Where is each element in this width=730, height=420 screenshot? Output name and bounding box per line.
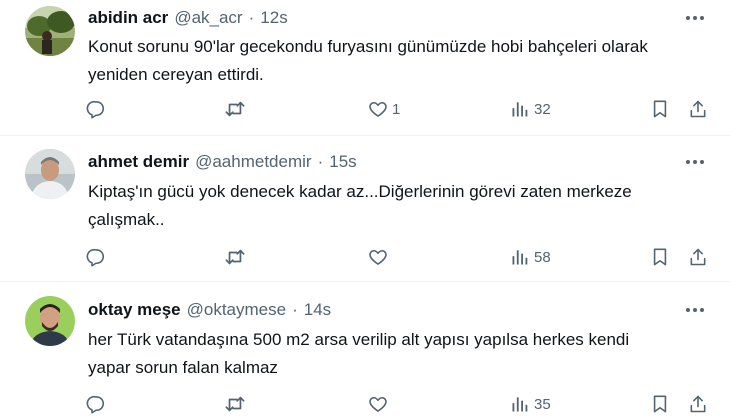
heart-icon [368,394,388,414]
tweet[interactable]: oktay meşe @oktaymese · 14s her Türk vat… [0,282,730,420]
like-button[interactable]: 1 [368,97,400,121]
user-handle[interactable]: @ak_acr [174,8,242,28]
tweet-header: abidin acr @ak_acr · 12s [88,6,288,30]
heart-icon [368,99,388,119]
user-handle[interactable]: @oktaymese [187,300,286,320]
bookmark-icon [650,99,670,119]
reply-button[interactable] [86,97,110,121]
views-button[interactable]: 58 [510,245,551,269]
views-button[interactable]: 32 [510,97,551,121]
more-icon[interactable] [682,299,708,321]
views-icon [510,247,530,267]
reply-button[interactable] [86,392,110,416]
tweet-text-line: Konut sorunu 90'lar gecekondu furyasını … [88,37,648,56]
share-button[interactable] [688,97,708,121]
share-button[interactable] [688,392,708,416]
reply-icon [86,99,106,119]
reply-icon [86,394,106,414]
share-icon [688,99,708,119]
more-icon[interactable] [682,7,708,29]
views-count: 32 [534,100,551,118]
display-name[interactable]: ahmet demir [88,152,189,172]
retweet-icon [224,99,246,119]
tweet-text-line: yapar sorun falan kalmaz [88,358,278,377]
retweet-icon [224,394,246,414]
separator-dot: · [317,152,324,171]
tweet-text-line: Kiptaş'ın gücü yok denecek kadar az...Di… [88,182,632,201]
display-name[interactable]: oktay meşe [88,300,181,320]
share-button[interactable] [688,245,708,269]
tweet-text-line: yeniden cereyan ettirdi. [88,65,264,84]
tweet-text-line: çalışmak.. [88,210,165,229]
views-button[interactable]: 35 [510,392,551,416]
like-button[interactable] [368,245,392,269]
avatar[interactable] [25,296,75,346]
timestamp[interactable]: 12s [260,8,287,28]
timestamp[interactable]: 14s [304,300,331,320]
retweet-button[interactable] [224,245,250,269]
views-count: 58 [534,248,551,266]
views-icon [510,99,530,119]
reply-button[interactable] [86,245,110,269]
retweet-icon [224,247,246,267]
like-count: 1 [392,100,401,118]
tweet-text-line: her Türk vatandaşına 500 m2 arsa verilip… [88,330,630,349]
reply-icon [86,247,106,267]
tweet-header: oktay meşe @oktaymese · 14s [88,298,331,322]
bookmark-icon [650,247,670,267]
tweet[interactable]: ahmet demir @aahmetdemir · 15s Kiptaş'ın… [0,136,730,282]
tweet-text: Konut sorunu 90'lar gecekondu furyasını … [88,33,708,89]
timestamp[interactable]: 15s [329,152,356,172]
tweet[interactable]: abidin acr @ak_acr · 12s Konut sorunu 90… [0,0,730,136]
separator-dot: · [292,300,298,319]
retweet-button[interactable] [224,392,250,416]
user-handle[interactable]: @aahmetdemir [195,152,311,172]
like-button[interactable] [368,392,392,416]
tweet-text: Kiptaş'ın gücü yok denecek kadar az...Di… [88,178,708,234]
tweet-header: ahmet demir @aahmetdemir · 15s [88,150,357,174]
share-icon [688,394,708,414]
retweet-button[interactable] [224,97,250,121]
tweet-feed: abidin acr @ak_acr · 12s Konut sorunu 90… [0,0,730,420]
heart-icon [368,247,388,267]
avatar[interactable] [25,149,75,199]
separator-dot: · [248,8,255,27]
bookmark-button[interactable] [650,97,670,121]
avatar[interactable] [25,6,75,56]
share-icon [688,247,708,267]
bookmark-icon [650,394,670,414]
bookmark-button[interactable] [650,245,670,269]
views-count: 35 [534,395,551,413]
tweet-text: her Türk vatandaşına 500 m2 arsa verilip… [88,326,708,382]
more-icon[interactable] [682,151,708,173]
display-name[interactable]: abidin acr [88,8,168,28]
views-icon [510,394,530,414]
bookmark-button[interactable] [650,392,670,416]
